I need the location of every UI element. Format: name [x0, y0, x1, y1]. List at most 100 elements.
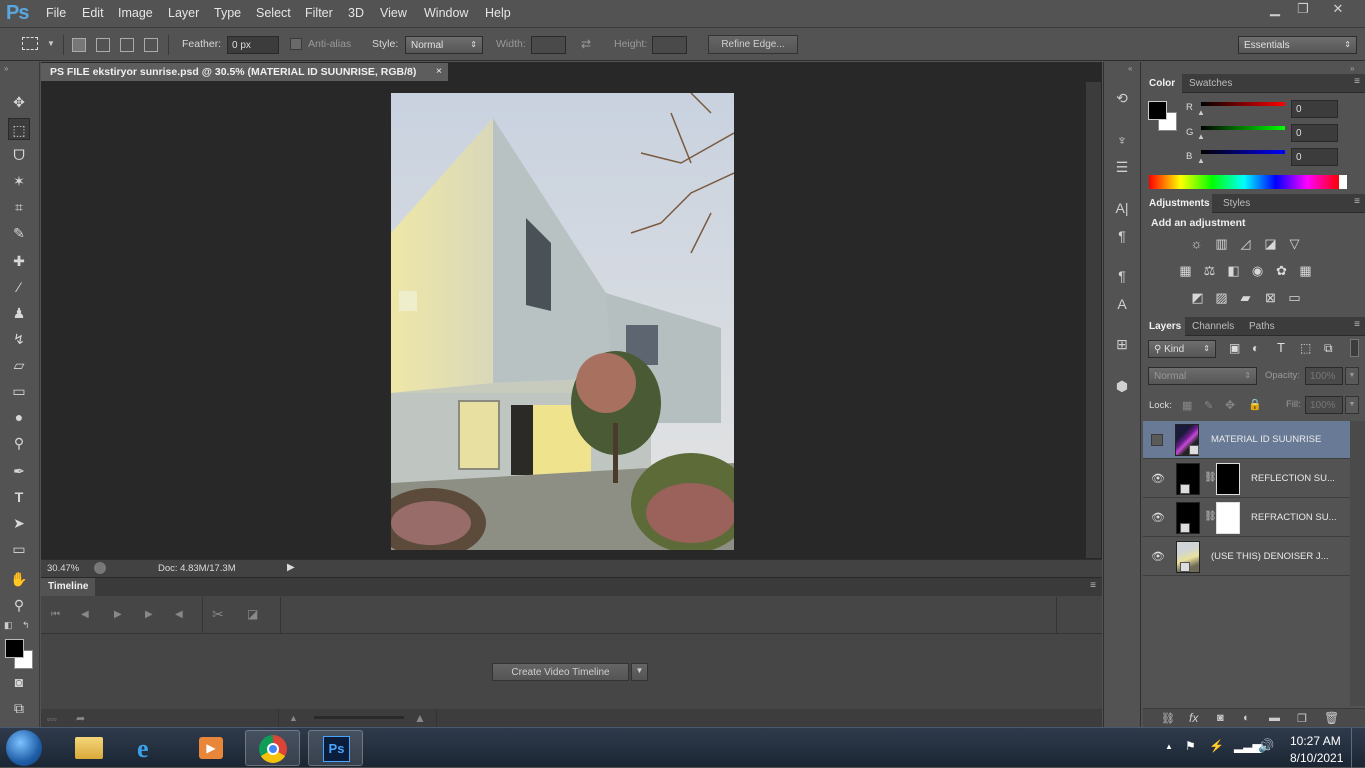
power-icon[interactable]: ⚡: [1209, 739, 1224, 753]
windows-start-icon[interactable]: [6, 730, 42, 766]
color-spectrum-ramp[interactable]: [1149, 175, 1347, 189]
play-icon[interactable]: ▶: [114, 609, 122, 620]
foreground-color-box[interactable]: [1148, 101, 1167, 120]
layer-row[interactable]: 👁 (USE THIS) DENOISER J...: [1143, 538, 1350, 576]
tab-color[interactable]: Color: [1149, 78, 1175, 89]
clock-date[interactable]: 8/10/2021: [1290, 751, 1343, 765]
foreground-color-swatch[interactable]: [5, 639, 24, 658]
posterize-icon[interactable]: ▨: [1213, 290, 1230, 305]
create-video-timeline-button[interactable]: Create Video Timeline: [492, 663, 629, 681]
pixel-layer-filter-icon[interactable]: ▣: [1229, 341, 1240, 355]
antialias-checkbox[interactable]: [290, 38, 302, 50]
panel-menu-icon[interactable]: ≡: [1354, 319, 1360, 330]
layer-name[interactable]: MATERIAL ID SUUNRISE: [1211, 434, 1321, 445]
color-balance-icon[interactable]: ⚖: [1201, 263, 1218, 278]
red-value-input[interactable]: 0: [1291, 100, 1338, 118]
collapse-icon[interactable]: »: [4, 64, 8, 73]
layers-scrollbar[interactable]: [1350, 421, 1365, 706]
layer-comps-icon[interactable]: ⊞: [1112, 334, 1132, 354]
blend-mode-select[interactable]: Normal ⇕: [1148, 367, 1257, 385]
photo-filter-icon[interactable]: ◉: [1249, 263, 1266, 278]
curves-icon[interactable]: ◿: [1237, 236, 1254, 251]
new-adjustment-layer-icon[interactable]: ◐: [1243, 712, 1250, 724]
character-styles-icon[interactable]: ¶: [1112, 266, 1132, 286]
zoom-tool-icon[interactable]: ⚲: [8, 594, 30, 616]
tab-channels[interactable]: Channels: [1192, 321, 1234, 332]
fill-input[interactable]: 100%: [1305, 396, 1343, 414]
blue-slider-thumb[interactable]: ▲: [1197, 156, 1205, 165]
swap-dimensions-icon[interactable]: ⇄: [581, 37, 591, 51]
opacity-dropdown-icon[interactable]: ▼: [1345, 367, 1359, 385]
screen-mode-icon[interactable]: ⧉: [8, 697, 30, 719]
adjustment-layer-filter-icon[interactable]: ◐: [1252, 341, 1259, 355]
marquee-tool-preset-icon[interactable]: [22, 37, 38, 50]
close-document-icon[interactable]: ×: [436, 65, 442, 77]
minimize-icon[interactable]: ▁: [1260, 1, 1290, 19]
color-lookup-icon[interactable]: ▦: [1297, 263, 1314, 278]
visibility-toggle-off[interactable]: [1151, 434, 1163, 446]
shape-layer-filter-icon[interactable]: ⬚: [1300, 341, 1311, 355]
panel-menu-icon[interactable]: ≡: [1354, 196, 1360, 207]
photoshop-icon[interactable]: Ps: [308, 730, 363, 766]
paragraph-panel-icon[interactable]: ¶: [1112, 226, 1132, 246]
document-tab[interactable]: PS FILE ekstiryor sunrise.psd @ 30.5% (M…: [41, 63, 448, 81]
dodge-tool-icon[interactable]: ⚲: [8, 432, 30, 454]
lock-image-icon[interactable]: ✎: [1204, 399, 1213, 412]
levels-icon[interactable]: ▥: [1213, 236, 1230, 251]
status-menu-arrow-icon[interactable]: ▶: [287, 562, 295, 573]
media-player-icon[interactable]: ▶: [184, 730, 239, 766]
add-mask-icon[interactable]: ◙: [1217, 712, 1224, 724]
tab-paths[interactable]: Paths: [1249, 321, 1275, 332]
zoom-level[interactable]: 30.47%: [47, 563, 79, 574]
magic-wand-tool-icon[interactable]: ✶: [8, 170, 30, 192]
frame-animation-icon[interactable]: ▫▫▫: [47, 714, 57, 724]
menu-view[interactable]: View: [380, 6, 407, 20]
vibrance-icon[interactable]: ▽: [1286, 236, 1303, 251]
link-layers-icon[interactable]: ⛓: [1161, 712, 1175, 725]
tab-adjustments[interactable]: Adjustments: [1149, 198, 1210, 209]
quick-mask-icon[interactable]: ◙: [8, 671, 30, 693]
rectangle-tool-icon[interactable]: ▭: [8, 538, 30, 560]
black-white-icon[interactable]: ◧: [1225, 263, 1242, 278]
split-scissors-icon[interactable]: ✂: [212, 606, 224, 623]
audio-icon[interactable]: ◀: [175, 609, 183, 620]
layer-mask-thumbnail[interactable]: [1216, 502, 1240, 534]
layer-name[interactable]: (USE THIS) DENOISER J...: [1211, 551, 1329, 562]
clone-stamp-tool-icon[interactable]: ♟: [8, 302, 30, 324]
menu-window[interactable]: Window: [424, 6, 468, 20]
threshold-icon[interactable]: ▰: [1237, 290, 1254, 305]
eye-icon[interactable]: 👁: [1151, 550, 1165, 564]
blue-value-input[interactable]: 0: [1291, 148, 1338, 166]
file-explorer-icon[interactable]: [62, 730, 117, 766]
eraser-tool-icon[interactable]: ▱: [8, 354, 30, 376]
tool-presets-panel-icon[interactable]: ♆: [1112, 130, 1132, 150]
history-panel-icon[interactable]: ⟲: [1112, 88, 1132, 108]
lock-transparent-icon[interactable]: ▦: [1182, 399, 1192, 412]
layer-name[interactable]: REFLECTION SU...: [1251, 473, 1335, 484]
tab-layers[interactable]: Layers: [1149, 321, 1181, 332]
green-slider[interactable]: [1201, 126, 1285, 130]
preset-dropdown-icon[interactable]: ▼: [47, 39, 55, 48]
vertical-scrollbar[interactable]: [1086, 82, 1101, 558]
3d-panel-icon[interactable]: ⬢: [1112, 376, 1132, 396]
show-desktop-button[interactable]: [1351, 728, 1365, 768]
height-input[interactable]: [652, 36, 687, 54]
character-panel-icon[interactable]: A|: [1112, 198, 1132, 218]
delete-layer-icon[interactable]: 🗑: [1324, 711, 1339, 725]
restore-icon[interactable]: ❐: [1288, 1, 1318, 19]
menu-type[interactable]: Type: [214, 6, 241, 20]
swap-colors-icon[interactable]: ↰: [22, 620, 30, 631]
subtract-selection-icon[interactable]: [120, 38, 134, 52]
add-selection-icon[interactable]: [96, 38, 110, 52]
previous-frame-icon[interactable]: ◀: [81, 609, 89, 620]
hand-tool-icon[interactable]: ✋: [8, 568, 30, 590]
close-icon[interactable]: ✕: [1323, 1, 1353, 19]
canvas-workspace[interactable]: [41, 82, 1086, 558]
path-selection-tool-icon[interactable]: ➤: [8, 512, 30, 534]
volume-icon[interactable]: 🔊: [1258, 738, 1274, 754]
green-value-input[interactable]: 0: [1291, 124, 1338, 142]
opacity-input[interactable]: 100%: [1305, 367, 1343, 385]
convert-animation-icon[interactable]: ➦: [76, 712, 85, 725]
pen-tool-icon[interactable]: ✒: [8, 460, 30, 482]
layer-mask-thumbnail[interactable]: [1216, 463, 1240, 495]
